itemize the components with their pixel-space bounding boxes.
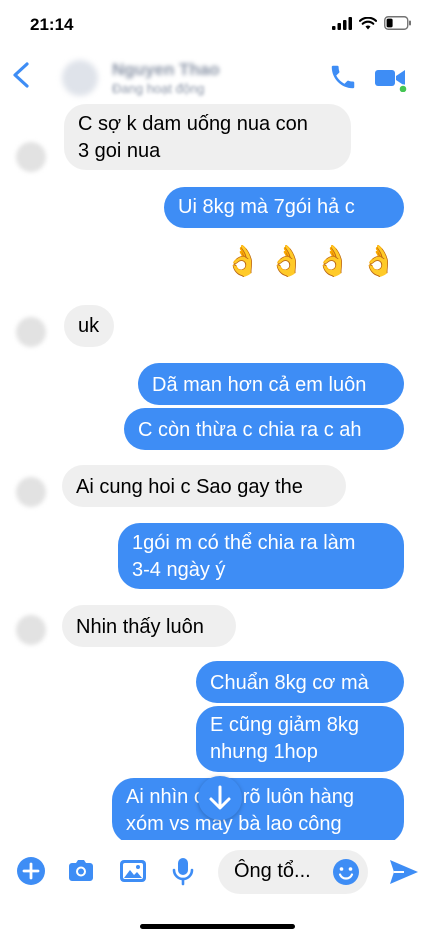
microphone-icon[interactable] [170, 856, 196, 886]
message-composer: Ông tổ... [0, 840, 434, 904]
message-bubble-incoming[interactable]: Ai cung hoi c Sao gay the [62, 465, 346, 507]
ok-hand-emoji: 👌 [268, 245, 306, 278]
signal-icon [332, 16, 352, 30]
message-bubble-incoming[interactable]: C sợ k dam uống nua con 3 goi nua [64, 104, 351, 170]
battery-icon [384, 16, 411, 30]
status-icons [332, 16, 412, 30]
plus-icon[interactable] [16, 856, 46, 886]
gallery-icon[interactable] [118, 856, 148, 886]
message-bubble-outgoing[interactable]: 1gói m có thể chia ra làm 3-4 ngày ý [118, 523, 404, 589]
wifi-icon [359, 16, 377, 29]
message-input-text: Ông tổ... [234, 860, 311, 882]
message-bubble-outgoing[interactable]: C còn thừa c chia ra c ah [124, 408, 404, 450]
video-call-icon[interactable] [374, 64, 410, 92]
sender-avatar [16, 142, 46, 172]
sender-avatar [16, 477, 46, 507]
message-bubble-incoming[interactable]: uk [64, 305, 114, 347]
message-bubble-outgoing[interactable]: Ai nhìn cũng rõ luôn hàng xóm vs mấy bà … [112, 778, 404, 840]
ok-hand-emoji: 👌 [360, 245, 398, 278]
contact-avatar[interactable] [62, 60, 98, 96]
message-bubble-outgoing[interactable]: Dã man hơn cả em luôn [138, 363, 404, 405]
contact-status: Đang hoạt động [112, 81, 205, 96]
message-bubble-outgoing[interactable]: Chuẩn 8kg cơ mà [196, 661, 404, 703]
message-bubble-incoming[interactable]: Nhin thấy luôn [62, 605, 236, 647]
arrow-down-icon [209, 785, 231, 810]
chat-header: Nguyen Thao Đang hoạt động [0, 48, 434, 104]
message-list[interactable]: C sợ k dam uống nua con 3 goi nua Ui 8kg… [0, 104, 434, 840]
message-bubble-outgoing[interactable]: E cũng giảm 8kg nhưng 1hop [196, 706, 404, 772]
ok-hand-emoji: 👌 [314, 245, 352, 278]
status-time: 21:14 [30, 15, 74, 34]
message-bubble-outgoing[interactable]: Ui 8kg mà 7gói hả c [164, 187, 404, 228]
status-bar: 21:14 [0, 0, 434, 50]
back-chevron-icon[interactable] [8, 60, 36, 90]
sender-avatar [16, 317, 46, 347]
phone-call-icon[interactable] [328, 62, 358, 92]
message-input[interactable]: Ông tổ... [218, 850, 368, 894]
home-indicator [140, 924, 295, 929]
emoji-icon[interactable] [332, 858, 360, 886]
scroll-to-bottom-button[interactable] [198, 776, 242, 820]
ok-hand-emoji: 👌 [224, 245, 262, 278]
send-icon[interactable] [388, 857, 420, 887]
contact-name[interactable]: Nguyen Thao [112, 60, 220, 80]
sender-avatar [16, 615, 46, 645]
camera-icon[interactable] [66, 856, 96, 886]
